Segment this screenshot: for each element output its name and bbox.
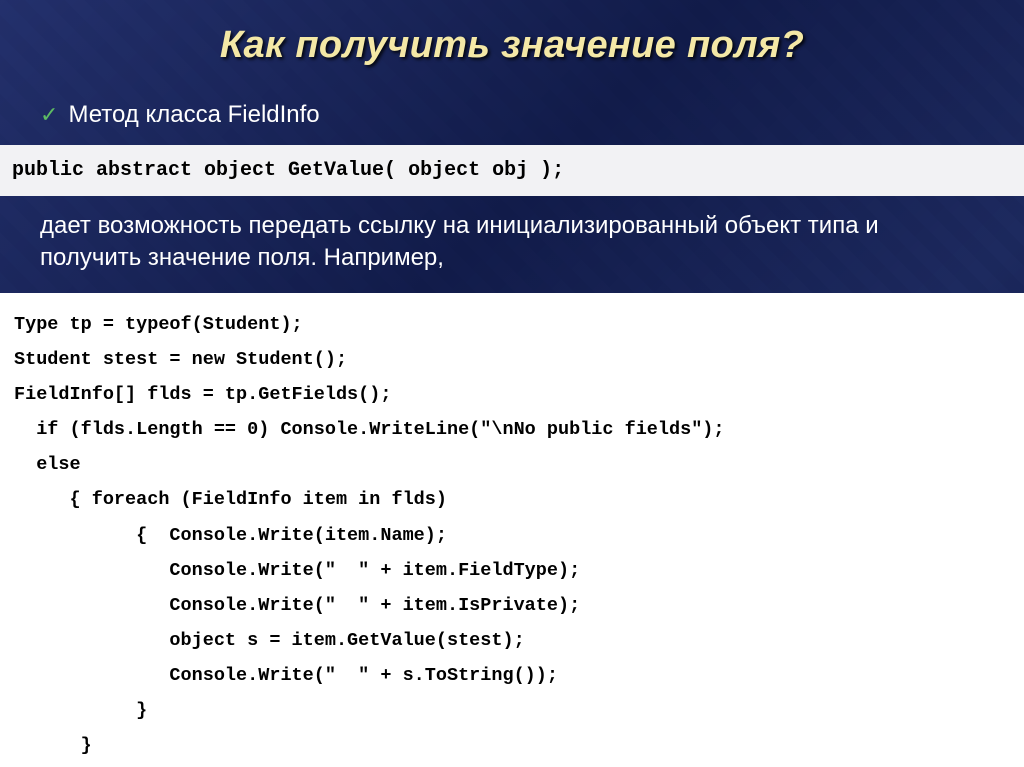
description-text: дает возможность передать ссылку на иниц… [0, 196, 1024, 275]
slide: Как получить значение поля? ✓ Метод клас… [0, 0, 1024, 767]
bullet-row: ✓ Метод класса FieldInfo [0, 67, 1024, 139]
checkmark-icon: ✓ [40, 101, 58, 129]
bullet-text: Метод класса FieldInfo [68, 101, 319, 129]
code-signature-box: public abstract object GetValue( object … [0, 145, 1024, 196]
code-example-box: Type tp = typeof(Student); Student stest… [0, 293, 1024, 767]
slide-title: Как получить значение поля? [0, 0, 1024, 67]
